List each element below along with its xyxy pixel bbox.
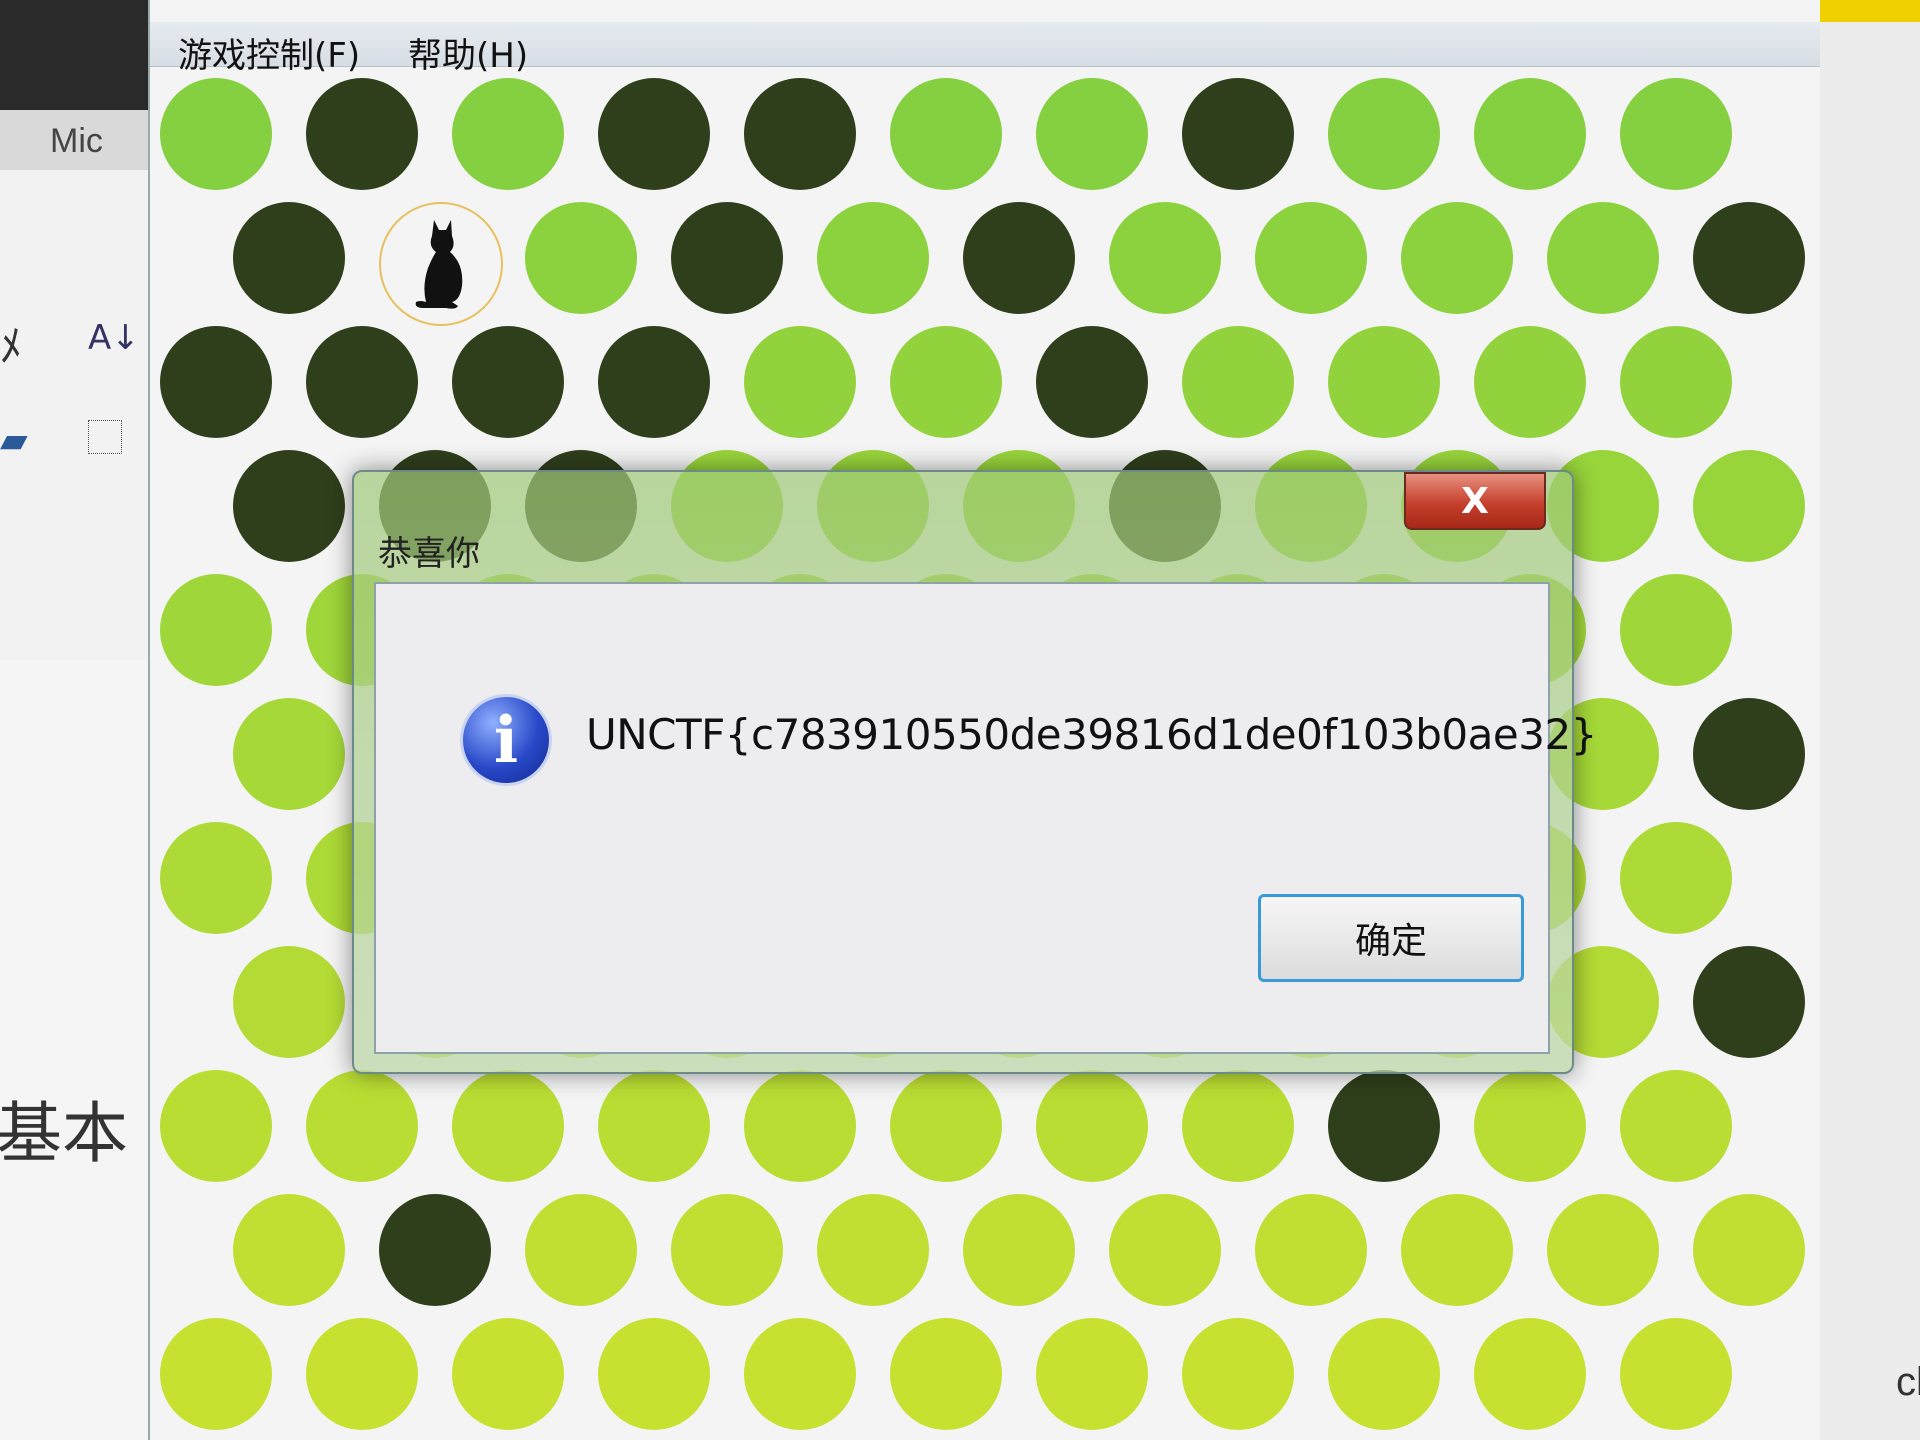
blocked-cell: [598, 326, 710, 438]
close-button[interactable]: X: [1404, 472, 1546, 530]
free-cell[interactable]: [1693, 450, 1805, 562]
background-toolbar-glyph: ﾒ: [0, 322, 22, 371]
free-cell[interactable]: [1255, 202, 1367, 314]
free-cell[interactable]: [160, 78, 272, 190]
free-cell[interactable]: [1620, 1318, 1732, 1430]
blocked-cell: [744, 78, 856, 190]
free-cell[interactable]: [744, 1070, 856, 1182]
free-cell[interactable]: [1036, 78, 1148, 190]
free-cell[interactable]: [1620, 326, 1732, 438]
free-cell[interactable]: [1620, 574, 1732, 686]
free-cell[interactable]: [1474, 1318, 1586, 1430]
free-cell[interactable]: [1182, 1318, 1294, 1430]
free-cell[interactable]: [671, 1194, 783, 1306]
free-cell[interactable]: [525, 202, 637, 314]
free-cell[interactable]: [1474, 1070, 1586, 1182]
free-cell[interactable]: [890, 1070, 1002, 1182]
dialog-title: 恭喜你: [378, 534, 480, 574]
border-icon: [88, 420, 122, 454]
blocked-cell: [160, 326, 272, 438]
free-cell[interactable]: [452, 1318, 564, 1430]
dialog-message: UNCTF{c783910550de39816d1de0f103b0ae32}: [586, 710, 1597, 759]
free-cell[interactable]: [817, 202, 929, 314]
cat-icon: [415, 220, 463, 309]
free-cell[interactable]: [1255, 1194, 1367, 1306]
blocked-cell: [306, 78, 418, 190]
blocked-cell: [1693, 698, 1805, 810]
free-cell[interactable]: [1474, 326, 1586, 438]
free-cell[interactable]: [160, 574, 272, 686]
free-cell[interactable]: [817, 1194, 929, 1306]
dialog-body: i UNCTF{c783910550de39816d1de0f103b0ae32…: [374, 582, 1597, 1054]
background-title-text: Mic: [50, 122, 103, 160]
free-cell[interactable]: [452, 1070, 564, 1182]
blocked-cell: [671, 202, 783, 314]
free-cell[interactable]: [1328, 1318, 1440, 1430]
ok-button[interactable]: 确定: [1258, 894, 1524, 982]
sort-az-icon: A↓: [88, 318, 140, 358]
free-cell[interactable]: [744, 1318, 856, 1430]
free-cell[interactable]: [306, 1318, 418, 1430]
free-cell[interactable]: [1182, 326, 1294, 438]
free-cell[interactable]: [1547, 202, 1659, 314]
blocked-cell: [452, 326, 564, 438]
blocked-cell: [598, 78, 710, 190]
menu-bar: 游戏控制(F) 帮助(H): [150, 22, 1820, 76]
free-cell[interactable]: [598, 1070, 710, 1182]
free-cell[interactable]: [890, 326, 1002, 438]
message-dialog: 恭喜你 X i UNCTF{c783910550de39816d1de0f103…: [352, 470, 1597, 1074]
background-right-text: cl: [1896, 1360, 1920, 1404]
free-cell[interactable]: [1182, 1070, 1294, 1182]
background-window-left: Mic ﾒ A↓ ▰ 基本: [0, 0, 160, 1440]
free-cell[interactable]: [744, 326, 856, 438]
info-icon: i: [460, 694, 552, 786]
cat-piece: [379, 202, 503, 326]
close-icon: X: [1461, 480, 1489, 522]
background-document-text: 基本: [0, 1095, 128, 1172]
free-cell[interactable]: [1036, 1070, 1148, 1182]
free-cell[interactable]: [1547, 1194, 1659, 1306]
background-dark-area: [0, 0, 160, 110]
free-cell[interactable]: [1109, 202, 1221, 314]
free-cell[interactable]: [890, 1318, 1002, 1430]
free-cell[interactable]: [233, 1194, 345, 1306]
free-cell[interactable]: [233, 946, 345, 1058]
blocked-cell: [1036, 326, 1148, 438]
free-cell[interactable]: [160, 1070, 272, 1182]
free-cell[interactable]: [1474, 78, 1586, 190]
paint-bucket-icon: ▰: [0, 420, 28, 461]
free-cell[interactable]: [963, 1194, 1075, 1306]
free-cell[interactable]: [1620, 1070, 1732, 1182]
blocked-cell: [1182, 78, 1294, 190]
free-cell[interactable]: [890, 78, 1002, 190]
blocked-cell: [233, 202, 345, 314]
blocked-cell: [1693, 202, 1805, 314]
blocked-cell: [1693, 946, 1805, 1058]
free-cell[interactable]: [160, 822, 272, 934]
blocked-cell: [233, 450, 345, 562]
free-cell[interactable]: [1328, 326, 1440, 438]
free-cell[interactable]: [525, 1194, 637, 1306]
free-cell[interactable]: [1401, 1194, 1513, 1306]
free-cell[interactable]: [598, 1318, 710, 1430]
background-window-right: cl: [1820, 0, 1920, 1440]
free-cell[interactable]: [160, 1318, 272, 1430]
free-cell[interactable]: [452, 78, 564, 190]
blocked-cell: [379, 1194, 491, 1306]
blocked-cell: [963, 202, 1075, 314]
free-cell[interactable]: [1109, 1194, 1221, 1306]
free-cell[interactable]: [1693, 1194, 1805, 1306]
free-cell[interactable]: [233, 698, 345, 810]
ok-button-label: 确定: [1354, 921, 1427, 962]
free-cell[interactable]: [306, 1070, 418, 1182]
blocked-cell: [306, 326, 418, 438]
free-cell[interactable]: [1401, 202, 1513, 314]
blocked-cell: [1328, 1070, 1440, 1182]
free-cell[interactable]: [1036, 1318, 1148, 1430]
free-cell[interactable]: [1328, 78, 1440, 190]
background-yellow-strip: [1820, 0, 1920, 22]
background-document: [0, 660, 160, 1440]
free-cell[interactable]: [1620, 78, 1732, 190]
free-cell[interactable]: [1620, 822, 1732, 934]
